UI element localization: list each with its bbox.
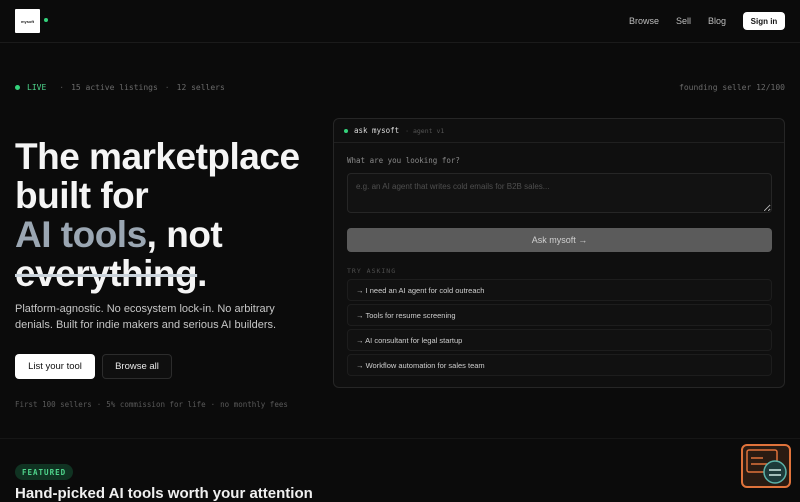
hero-title-strike: everything: [15, 253, 198, 294]
hero-title-rest: , not: [146, 214, 223, 255]
fineprint-item: First 100 sellers: [15, 400, 92, 409]
chat-widget-button[interactable]: [741, 444, 791, 488]
ask-panel-title: ask mysoft: [354, 126, 400, 135]
hero-title-muted: AI tools: [15, 214, 147, 255]
nav-link-sell[interactable]: Sell: [676, 16, 691, 26]
separator: ·: [210, 400, 216, 409]
hero-title-line1: The marketplace: [15, 136, 300, 177]
suggestion-item[interactable]: → AI consultant for legal startup: [347, 329, 772, 351]
suggestion-item[interactable]: → Tools for resume screening: [347, 304, 772, 326]
signin-button[interactable]: Sign in: [743, 12, 785, 30]
agent-status-dot: [344, 128, 348, 133]
hero-title-line2: built for: [15, 175, 149, 216]
ask-button[interactable]: Ask mysoft →: [347, 228, 772, 252]
logo-text: mysoft: [20, 18, 35, 24]
seller-count: 12 sellers: [176, 83, 225, 92]
founding-seller-count: founding seller 12/100: [679, 83, 785, 92]
query-input[interactable]: [347, 173, 772, 213]
suggestion-item[interactable]: → Workflow automation for sales team: [347, 354, 772, 376]
section-divider: [0, 438, 800, 439]
nav-link-browse[interactable]: Browse: [629, 16, 659, 26]
hero-subtitle: Platform-agnostic. No ecosystem lock-in.…: [15, 303, 277, 331]
nav-links: Browse Sell Blog Sign in: [629, 12, 785, 30]
separator: ·: [96, 400, 102, 409]
active-listings: 15 active listings: [71, 83, 158, 92]
status-dot: [44, 18, 48, 22]
fineprint-item: 5% commission for life: [106, 400, 206, 409]
try-asking-label: TRY ASKING: [347, 267, 397, 275]
question-label: What are you looking for?: [347, 156, 460, 165]
featured-title: Hand-picked AI tools worth your attentio…: [15, 485, 313, 502]
chat-assistant-icon: [746, 449, 787, 484]
logo[interactable]: mysoft: [15, 9, 40, 33]
fineprint-item: no monthly fees: [220, 400, 288, 409]
separator: ·: [59, 83, 65, 92]
hero-title: The marketplace built for AI tools, not …: [15, 137, 335, 293]
list-tool-button[interactable]: List your tool: [15, 354, 95, 379]
fineprint: First 100 sellers · 5% commission for li…: [15, 400, 288, 409]
live-label: LIVE: [27, 83, 47, 92]
nav-link-blog[interactable]: Blog: [708, 16, 726, 26]
browse-all-button[interactable]: Browse all: [102, 354, 172, 379]
hero-title-period: .: [197, 253, 207, 294]
suggestion-item[interactable]: → I need an AI agent for cold outreach: [347, 279, 772, 301]
live-dot: [15, 85, 20, 90]
separator: ·: [164, 83, 170, 92]
featured-badge: FEATURED: [15, 464, 74, 480]
ask-panel-header: ask mysoft · agent v1: [334, 119, 784, 143]
ask-panel: ask mysoft · agent v1 What are you looki…: [333, 118, 785, 388]
ask-panel-subtitle: · agent v1: [405, 126, 445, 135]
top-nav: mysoft Browse Sell Blog Sign in: [0, 0, 800, 43]
status-strip: LIVE · 15 active listings · 12 sellers: [15, 83, 225, 92]
